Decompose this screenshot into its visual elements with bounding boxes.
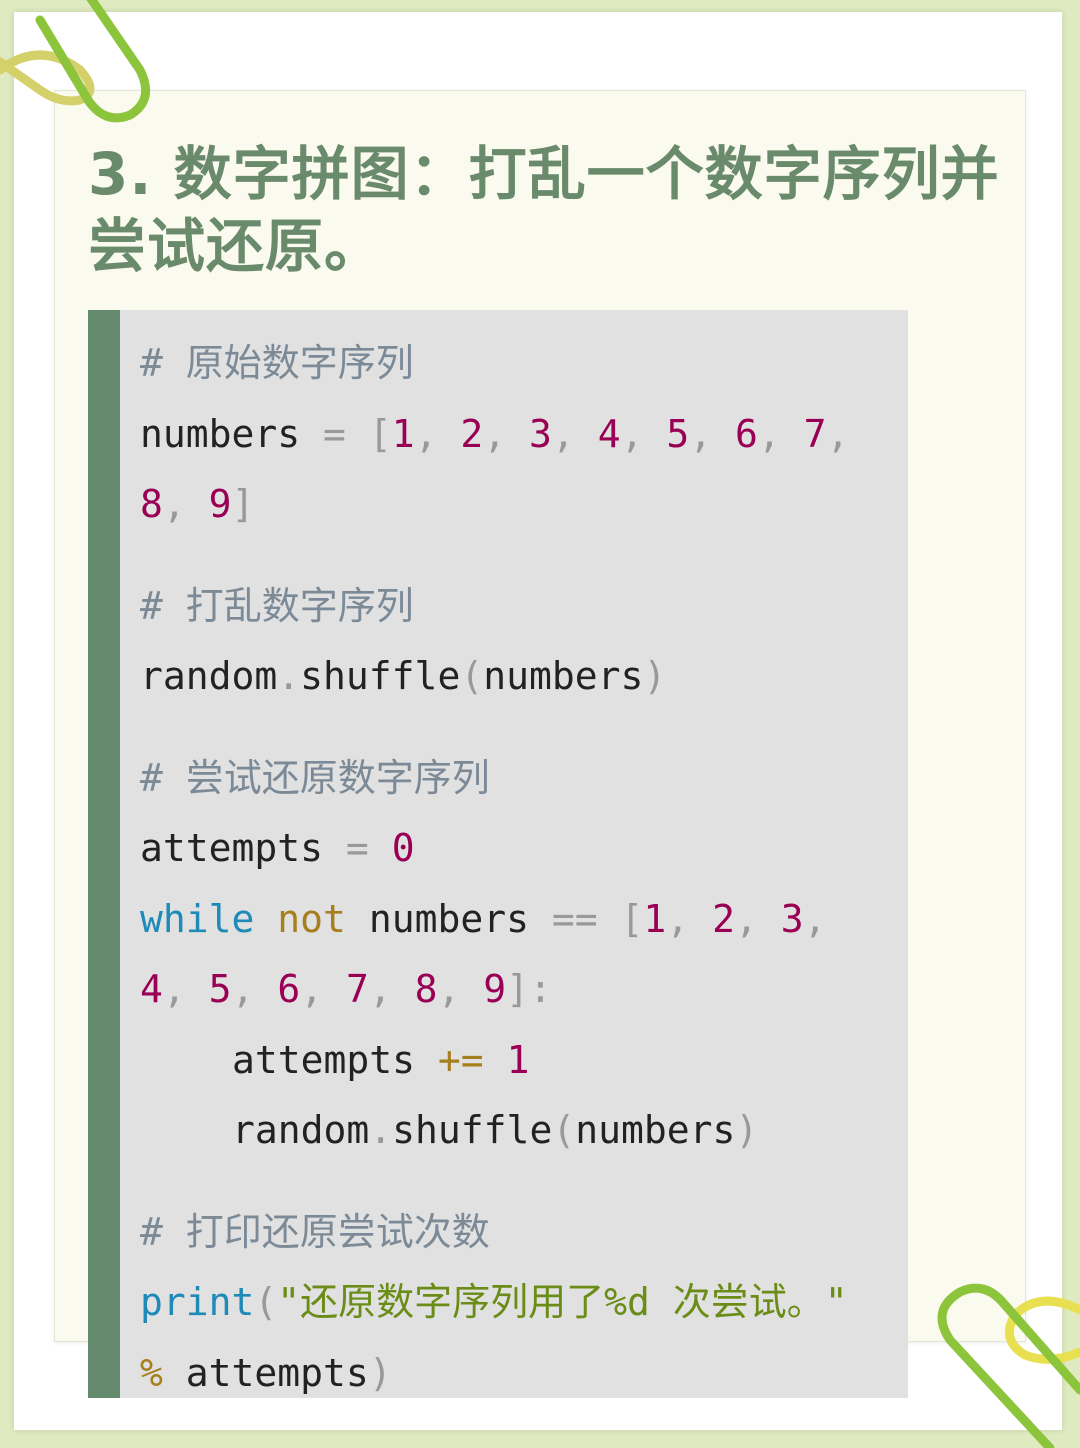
code-line: % attempts) <box>140 1350 392 1395</box>
code-comment: # 打乱数字序列 <box>140 583 414 628</box>
page-title: 3. 数字拼图：打乱一个数字序列并尝试还原。 <box>88 140 1000 280</box>
code-comment: # 尝试还原数字序列 <box>140 755 490 800</box>
code-line: random.shuffle(numbers) <box>232 1108 759 1152</box>
code-block: # 原始数字序列 numbers = [1, 2, 3, 4, 5, 6, 7,… <box>88 310 908 1398</box>
paperclip-bottom-right-icon <box>937 1283 1080 1448</box>
code-line: random.shuffle(numbers) <box>140 654 667 698</box>
code-line: numbers = [1, 2, 3, 4, 5, 6, 7, <box>140 411 850 456</box>
code-line: 4, 5, 6, 7, 8, 9]: <box>140 967 552 1011</box>
code-line: attempts += 1 <box>232 1037 530 1082</box>
code-line: 8, 9] <box>140 482 255 526</box>
code-line: while not numbers == [1, 2, 3, <box>140 896 827 941</box>
code-line: attempts = 0 <box>140 826 415 870</box>
code-comment: # 原始数字序列 <box>140 341 414 385</box>
paperclip-top-left-icon <box>0 0 151 123</box>
code-line: print("还原数字序列用了%d 次尝试。" <box>140 1280 848 1324</box>
code-comment: # 打印还原尝试次数 <box>140 1209 490 1254</box>
